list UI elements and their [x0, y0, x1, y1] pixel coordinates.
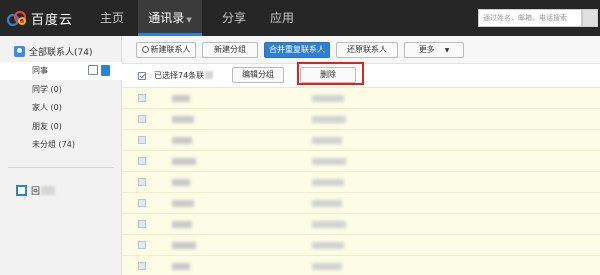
- row-checkbox[interactable]: [138, 220, 146, 228]
- button-label: 还原联系人: [347, 45, 387, 54]
- row-checkbox[interactable]: [138, 157, 146, 165]
- contacts-toolbar: 新建联系人 新建分组 合并重复联系人 还原联系人 更多 ▼: [122, 36, 600, 64]
- button-label: 合并重复联系人: [269, 45, 325, 54]
- chevron-down-icon: ▼: [444, 47, 450, 54]
- group-label: 家人 (0): [32, 103, 62, 112]
- sidebar-group-classmates[interactable]: 同学 (0): [0, 81, 122, 99]
- trash-icon[interactable]: [101, 65, 110, 76]
- table-row[interactable]: [122, 193, 600, 214]
- nav-tab-label: 主页: [99, 11, 124, 25]
- edit-group-dropdown[interactable]: 编辑分组: [232, 67, 284, 83]
- search-input[interactable]: 通过姓名、邮箱、电话搜索: [478, 9, 582, 27]
- edit-icon[interactable]: [88, 65, 98, 75]
- add-user-icon: [141, 46, 149, 53]
- sidebar-group-ungrouped[interactable]: 未分组 (74): [0, 136, 122, 154]
- blurred-name: [172, 95, 190, 102]
- row-checkbox[interactable]: [138, 241, 146, 249]
- more-dropdown[interactable]: 更多 ▼: [404, 42, 464, 58]
- merge-duplicates-button[interactable]: 合并重复联系人: [264, 42, 330, 58]
- blurred-phone: [312, 95, 344, 102]
- table-row[interactable]: [122, 235, 600, 256]
- contact-list: [122, 88, 600, 275]
- nav-tab-share[interactable]: 分享: [210, 0, 258, 36]
- nav-tab-contacts[interactable]: 通讯录 ▼: [138, 0, 202, 36]
- row-checkbox[interactable]: [138, 199, 146, 207]
- top-nav-bar: 百度云 主页 通讯录 ▼ 分享 应用 通过姓名、邮箱、电话搜索: [0, 0, 600, 36]
- all-contacts-header[interactable]: 全部联系人(74): [0, 42, 122, 60]
- chevron-down-icon: ▼: [186, 16, 192, 24]
- cloud-logo-icon: [6, 10, 27, 27]
- sidebar-group-family[interactable]: 家人 (0): [0, 99, 122, 117]
- group-label: 未分组 (74): [32, 140, 75, 149]
- nav-tab-label: 分享: [221, 11, 246, 25]
- table-row[interactable]: [122, 88, 600, 109]
- red-highlight-box: [297, 62, 364, 85]
- row-checkbox[interactable]: [138, 262, 146, 270]
- table-row[interactable]: [122, 256, 600, 275]
- sidebar-divider: [8, 167, 114, 168]
- blurred-name: [172, 200, 194, 207]
- blurred-name: [172, 242, 196, 249]
- sidebar-group-friends[interactable]: 朋友 (0): [0, 118, 122, 136]
- restore-contacts-button[interactable]: 还原联系人: [336, 42, 398, 58]
- group-tools: [88, 65, 110, 76]
- table-row[interactable]: [122, 172, 600, 193]
- search-button[interactable]: [582, 9, 598, 27]
- group-label: 同学 (0): [32, 85, 62, 94]
- recycle-bin-label: 回: [31, 187, 41, 197]
- blurred-name: [172, 116, 194, 123]
- blurred-phone: [312, 116, 346, 123]
- nav-tab-home[interactable]: 主页: [92, 0, 132, 36]
- nav-tab-apps[interactable]: 应用: [262, 0, 302, 36]
- sidebar-group-colleagues[interactable]: 同事: [0, 62, 122, 80]
- blurred-name: [172, 158, 196, 165]
- blurred-name: [172, 263, 190, 270]
- recycle-bin-icon: [16, 185, 27, 196]
- table-row[interactable]: [122, 109, 600, 130]
- row-checkbox[interactable]: [138, 136, 146, 144]
- blurred-phone: [312, 263, 342, 270]
- contacts-sidebar: 全部联系人(74) 同事 同学 (0) 家人 (0) 朋友 (0) 未分组 (7…: [0, 36, 122, 275]
- table-row[interactable]: [122, 214, 600, 235]
- new-contact-button[interactable]: 新建联系人: [136, 42, 196, 58]
- baidu-yun-logo[interactable]: 百度云: [6, 6, 73, 30]
- button-label: 新建联系人: [150, 45, 191, 54]
- button-label: 新建分组: [214, 45, 246, 54]
- blurred-phone: [312, 200, 342, 207]
- row-checkbox[interactable]: [138, 94, 146, 102]
- blurred-phone: [312, 242, 344, 249]
- selection-count-label: 已选择74条联: [154, 71, 205, 80]
- recycle-bin-item[interactable]: 回: [16, 184, 56, 197]
- blurred-name: [172, 137, 192, 144]
- contacts-icon: [14, 45, 25, 57]
- blurred-phone: [312, 137, 342, 144]
- table-row[interactable]: [122, 130, 600, 151]
- group-label: 朋友 (0): [32, 122, 62, 131]
- nav-tab-label: 应用: [269, 11, 294, 25]
- select-all-checkbox[interactable]: [138, 72, 146, 80]
- blurred-name: [172, 179, 190, 186]
- button-label: 编辑分组: [242, 70, 274, 79]
- blurred-phone: [312, 158, 346, 165]
- new-group-button[interactable]: 新建分组: [202, 42, 258, 58]
- blurred-name: [172, 221, 192, 228]
- blurred-phone: [312, 179, 344, 186]
- blurred-text: [205, 71, 214, 79]
- all-contacts-label: 全部联系人(74): [29, 47, 93, 58]
- group-label: 同事: [32, 66, 48, 75]
- row-checkbox[interactable]: [138, 115, 146, 123]
- selection-count-text: 已选择74条联: [154, 70, 214, 81]
- nav-tab-label: 通讯录: [148, 11, 185, 25]
- brand-name: 百度云: [31, 12, 74, 28]
- table-row[interactable]: [122, 151, 600, 172]
- row-checkbox[interactable]: [138, 178, 146, 186]
- blurred-phone: [312, 221, 346, 228]
- blurred-text: [41, 186, 56, 195]
- button-label: 更多: [418, 45, 435, 54]
